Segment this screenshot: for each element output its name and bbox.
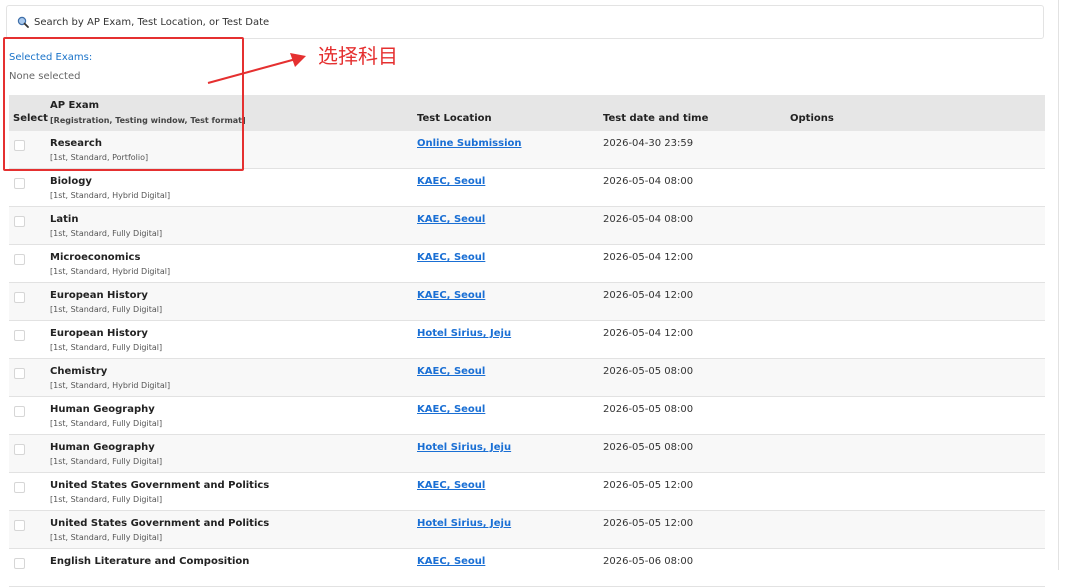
exam-name: Chemistry <box>50 366 108 377</box>
exam-name: Microeconomics <box>50 252 141 263</box>
table-row: English Literature and Composition KAEC, … <box>9 549 1045 587</box>
test-location-link[interactable]: Hotel Sirius, Jeju <box>417 328 511 339</box>
table-row: Microeconomics [1st, Standard, Hybrid Dig… <box>9 245 1045 283</box>
test-datetime: 2026-05-04 12:00 <box>603 252 694 263</box>
exam-meta: [1st, Standard, Fully Digital] <box>50 343 163 352</box>
test-location-link[interactable]: KAEC, Seoul <box>417 404 485 415</box>
exam-meta: [1st, Standard, Hybrid Digital] <box>50 191 171 200</box>
test-location-link[interactable]: KAEC, Seoul <box>417 290 485 301</box>
exam-meta: [1st, Standard, Hybrid Digital] <box>50 381 171 390</box>
test-datetime: 2026-05-04 08:00 <box>603 176 694 187</box>
exam-meta: [1st, Standard, Fully Digital] <box>50 229 163 238</box>
table-row: Chemistry [1st, Standard, Hybrid Digital]… <box>9 359 1045 397</box>
table-row: Human Geography [1st, Standard, Fully Dig… <box>9 435 1045 473</box>
exam-meta: [1st, Standard, Fully Digital] <box>50 457 163 466</box>
table-row: European History [1st, Standard, Fully Di… <box>9 283 1045 321</box>
exam-name: European History <box>50 328 148 339</box>
select-checkbox[interactable] <box>14 406 25 417</box>
header-options: Options <box>790 113 834 124</box>
select-checkbox[interactable] <box>14 254 25 265</box>
test-location-link[interactable]: KAEC, Seoul <box>417 556 485 567</box>
header-date: Test date and time <box>603 113 709 124</box>
test-datetime: 2026-05-04 12:00 <box>603 328 694 339</box>
select-checkbox[interactable] <box>14 330 25 341</box>
exam-meta: [1st, Standard, Fully Digital] <box>50 419 163 428</box>
test-datetime: 2026-05-04 08:00 <box>603 214 694 225</box>
test-datetime: 2026-05-06 08:00 <box>603 556 694 567</box>
header-location: Test Location <box>417 113 492 124</box>
exam-meta: [1st, Standard, Fully Digital] <box>50 495 163 504</box>
table-row: Biology [1st, Standard, Hybrid Digital] KA… <box>9 169 1045 207</box>
test-datetime: 2026-05-05 08:00 <box>603 442 694 453</box>
table-row: United States Government and Politics [1s… <box>9 473 1045 511</box>
exam-name: Biology <box>50 176 92 187</box>
annotation-arrow-icon <box>207 53 306 84</box>
page-divider <box>1058 0 1059 570</box>
select-checkbox[interactable] <box>14 558 25 569</box>
exam-meta: [1st, Standard, Fully Digital] <box>50 305 163 314</box>
select-checkbox[interactable] <box>14 292 25 303</box>
table-row: European History [1st, Standard, Fully Di… <box>9 321 1045 359</box>
test-location-link[interactable]: Hotel Sirius, Jeju <box>417 442 511 453</box>
annotation-text: 选择科目 <box>318 44 398 68</box>
table-body: Research [1st, Standard, Portfolio] Online… <box>9 131 1045 587</box>
exam-meta: [1st, Standard, Fully Digital] <box>50 533 163 542</box>
select-checkbox[interactable] <box>14 216 25 227</box>
table-row: Human Geography [1st, Standard, Fully Dig… <box>9 397 1045 435</box>
test-location-link[interactable]: KAEC, Seoul <box>417 176 485 187</box>
exam-meta: [1st, Standard, Hybrid Digital] <box>50 267 171 276</box>
test-datetime: 2026-05-05 08:00 <box>603 404 694 415</box>
exam-name: Latin <box>50 214 79 225</box>
test-datetime: 2026-05-05 12:00 <box>603 480 694 491</box>
search-input[interactable]: Search by AP Exam, Test Location, or Tes… <box>34 17 269 28</box>
select-checkbox[interactable] <box>14 444 25 455</box>
exam-name: European History <box>50 290 148 301</box>
test-location-link[interactable]: Hotel Sirius, Jeju <box>417 518 511 529</box>
exam-name: Human Geography <box>50 404 155 415</box>
search-bar[interactable]: Search by AP Exam, Test Location, or Tes… <box>6 5 1044 39</box>
test-datetime: 2026-05-04 12:00 <box>603 290 694 301</box>
test-location-link[interactable]: KAEC, Seoul <box>417 214 485 225</box>
search-icon <box>17 16 29 28</box>
select-checkbox[interactable] <box>14 178 25 189</box>
test-datetime: 2026-05-05 08:00 <box>603 366 694 377</box>
test-location-link[interactable]: KAEC, Seoul <box>417 480 485 491</box>
test-location-link[interactable]: Online Submission <box>417 138 522 149</box>
table-row: United States Government and Politics [1s… <box>9 511 1045 549</box>
test-datetime: 2026-04-30 23:59 <box>603 138 694 149</box>
test-location-link[interactable]: KAEC, Seoul <box>417 366 485 377</box>
select-checkbox[interactable] <box>14 520 25 531</box>
exam-name: United States Government and Politics <box>50 518 270 529</box>
test-location-link[interactable]: KAEC, Seoul <box>417 252 485 263</box>
exam-name: English Literature and Composition <box>50 556 250 567</box>
select-checkbox[interactable] <box>14 482 25 493</box>
select-checkbox[interactable] <box>14 368 25 379</box>
exam-name: Human Geography <box>50 442 155 453</box>
test-datetime: 2026-05-05 12:00 <box>603 518 694 529</box>
exam-name: United States Government and Politics <box>50 480 270 491</box>
table-row: Latin [1st, Standard, Fully Digital] KAEC,… <box>9 207 1045 245</box>
